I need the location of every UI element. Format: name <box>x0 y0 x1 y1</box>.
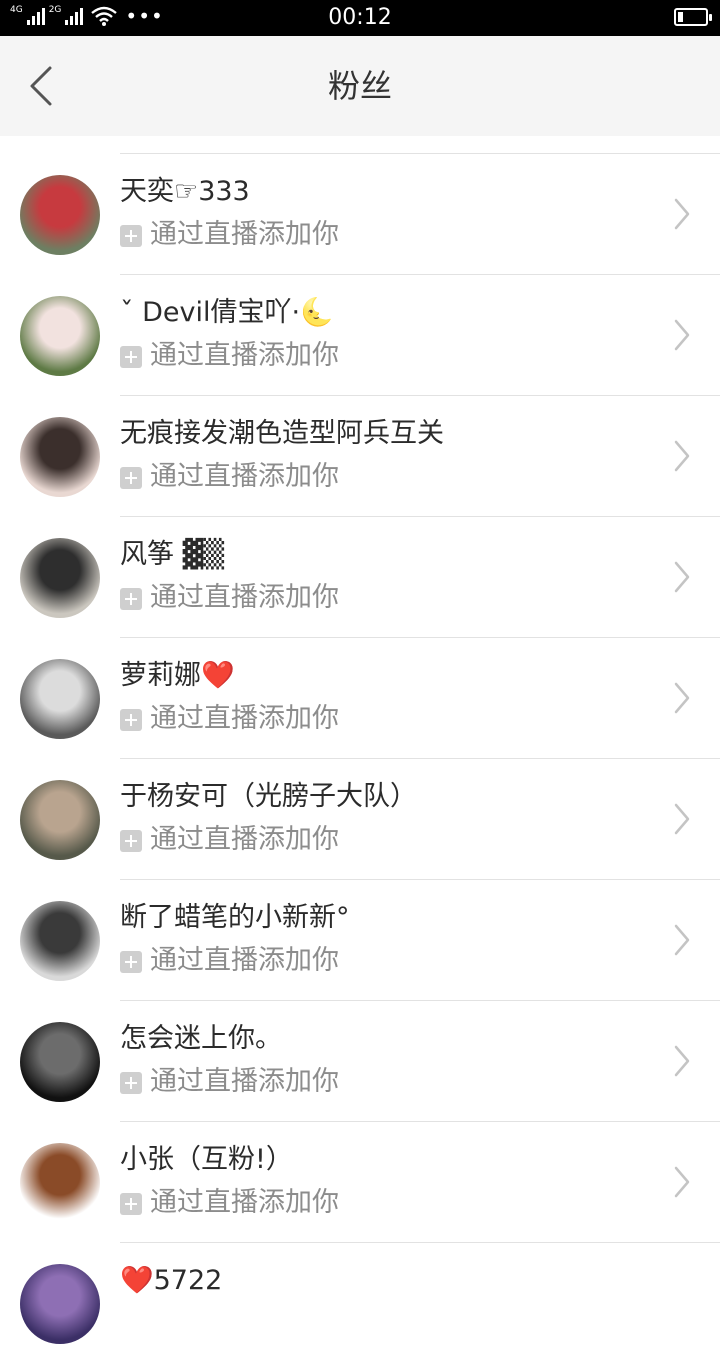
chevron-right-icon <box>674 924 690 956</box>
fan-name: ❤️5722 <box>120 1265 223 1296</box>
avatar[interactable] <box>20 175 100 255</box>
source-text: 通过直播添加你 <box>150 219 339 250</box>
avatar[interactable] <box>20 1143 100 1223</box>
fan-row[interactable]: 无痕接发潮色造型阿兵互关通过直播添加你 <box>0 396 720 517</box>
avatar[interactable] <box>20 780 100 860</box>
chevron-right-icon <box>674 440 690 472</box>
battery-level <box>678 12 683 22</box>
avatar[interactable] <box>20 296 100 376</box>
plus-square-icon <box>120 588 142 610</box>
source-text: 通过直播添加你 <box>150 824 339 855</box>
chevron-right-icon <box>674 561 690 593</box>
fan-name: 怎会迷上你。 <box>120 1023 282 1054</box>
avatar[interactable] <box>20 1264 100 1344</box>
fan-row[interactable]: 小张（互粉!） 通过直播添加你 <box>0 1122 720 1243</box>
fan-row[interactable]: 萝莉娜❤️ 通过直播添加你 <box>0 638 720 759</box>
page-title: 粉丝 <box>327 67 392 105</box>
plus-square-icon <box>120 1072 142 1094</box>
source-text: 通过直播添加你 <box>150 340 339 371</box>
avatar[interactable] <box>20 538 100 618</box>
plus-square-icon <box>120 709 142 731</box>
fan-row[interactable]: 天奕☞333 通过直播添加你 <box>0 154 720 275</box>
battery-icon <box>674 8 712 26</box>
fan-row[interactable]: ❤️5722 <box>0 1243 720 1364</box>
avatar[interactable] <box>20 659 100 739</box>
source-text: 通过直播添加你 <box>150 1187 339 1218</box>
fan-row[interactable]: 风筝 ▓▒ 通过直播添加你 <box>0 517 720 638</box>
plus-square-icon <box>120 1193 142 1215</box>
nav-bar: 粉丝 <box>0 36 720 136</box>
chevron-right-icon <box>674 319 690 351</box>
plus-square-icon <box>120 346 142 368</box>
source-text: 通过直播添加你 <box>150 582 339 613</box>
fan-name: 小张（互粉!） <box>120 1144 293 1175</box>
chevron-right-icon <box>674 1045 690 1077</box>
status-bar: 4G 2G ••• 00:12 <box>0 0 720 36</box>
plus-square-icon <box>120 951 142 973</box>
chevron-right-icon <box>674 198 690 230</box>
fan-name: 于杨安可（光膀子大队） <box>120 781 417 812</box>
chevron-right-icon <box>674 1166 690 1198</box>
fan-row[interactable]: 怎会迷上你。通过直播添加你 <box>0 1001 720 1122</box>
source-text: 通过直播添加你 <box>150 703 339 734</box>
avatar[interactable] <box>20 1022 100 1102</box>
fan-row[interactable]: ˇ Devil倩宝吖·🌜 通过直播添加你 <box>0 275 720 396</box>
plus-square-icon <box>120 830 142 852</box>
fan-name: 无痕接发潮色造型阿兵互关 <box>120 418 444 449</box>
fan-name: 天奕☞333 <box>120 176 250 207</box>
fan-row[interactable]: 于杨安可（光膀子大队） 通过直播添加你 <box>0 759 720 880</box>
source-text: 通过直播添加你 <box>150 461 339 492</box>
source-text: 通过直播添加你 <box>150 1066 339 1097</box>
fan-name: 萝莉娜❤️ <box>120 660 235 691</box>
chevron-right-icon <box>674 803 690 835</box>
chevron-right-icon <box>674 682 690 714</box>
source-text: 通过直播添加你 <box>150 945 339 976</box>
fan-row[interactable]: 断了蜡笔的小新新° 通过直播添加你 <box>0 880 720 1001</box>
fan-name: 断了蜡笔的小新新° <box>120 902 350 933</box>
avatar[interactable] <box>20 417 100 497</box>
plus-square-icon <box>120 467 142 489</box>
fan-name: 风筝 ▓▒ <box>120 539 225 570</box>
fan-name: ˇ Devil倩宝吖·🌜 <box>120 297 334 328</box>
plus-square-icon <box>120 225 142 247</box>
avatar[interactable] <box>20 901 100 981</box>
status-time: 00:12 <box>328 5 392 30</box>
